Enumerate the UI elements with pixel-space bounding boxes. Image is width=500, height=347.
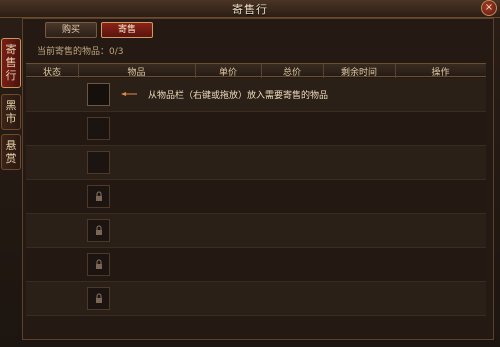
table-row [26, 180, 486, 214]
column-action: 操作 [431, 68, 450, 78]
side-tab-char: 寄 [5, 43, 17, 56]
table-row [26, 248, 486, 282]
table-row [26, 112, 486, 146]
column-total-price: 总价 [282, 68, 301, 78]
tab-consign[interactable]: 寄售 [101, 22, 153, 38]
tab-buy[interactable]: 购买 [45, 22, 97, 38]
side-tab-consignment[interactable]: 寄 售 行 [1, 38, 21, 88]
column-status: 状态 [42, 68, 61, 78]
close-button[interactable]: × [481, 0, 497, 16]
table-header: 状态 物品 单价 总价 剩余时间 操作 [26, 63, 486, 78]
side-tab-char: 市 [5, 112, 17, 125]
side-tab-bounty[interactable]: 悬 赏 [1, 134, 21, 170]
locked-slot [87, 185, 110, 208]
table-row [26, 282, 486, 316]
side-tab-char: 黑 [5, 99, 17, 112]
side-tab-char: 悬 [5, 139, 17, 152]
item-slot[interactable] [87, 83, 110, 106]
column-unit-price: 单价 [218, 68, 237, 78]
lock-icon [96, 225, 102, 235]
side-tab-char: 行 [5, 69, 17, 82]
locked-slot [87, 219, 110, 242]
item-slot[interactable] [87, 117, 110, 140]
item-slot[interactable] [87, 151, 110, 174]
side-tab-black-market[interactable]: 黑 市 [1, 94, 21, 130]
title-bar: 寄售行 × [0, 0, 500, 18]
locked-slot [87, 287, 110, 310]
lock-icon [96, 293, 102, 303]
consignment-count: 当前寄售的物品：0/3 [37, 47, 124, 57]
drop-hint: 从物品栏（右键或拖放）放入需要寄售的物品 [148, 91, 329, 101]
side-tab-char: 赏 [5, 152, 17, 165]
table-row [26, 214, 486, 248]
locked-slot [87, 253, 110, 276]
consignment-window: 寄售行 × 寄 售 行 黑 市 悬 赏 购买 寄售 当前寄售的物品：0/3 状态… [0, 0, 500, 347]
column-time-left: 剩余时间 [340, 68, 377, 78]
lock-icon [96, 191, 102, 201]
arrow-left-icon [121, 92, 137, 96]
side-tab-char: 售 [5, 56, 17, 69]
window-title: 寄售行 [232, 3, 268, 16]
table-row [26, 146, 486, 180]
lock-icon [96, 259, 102, 269]
column-item: 物品 [127, 68, 146, 78]
